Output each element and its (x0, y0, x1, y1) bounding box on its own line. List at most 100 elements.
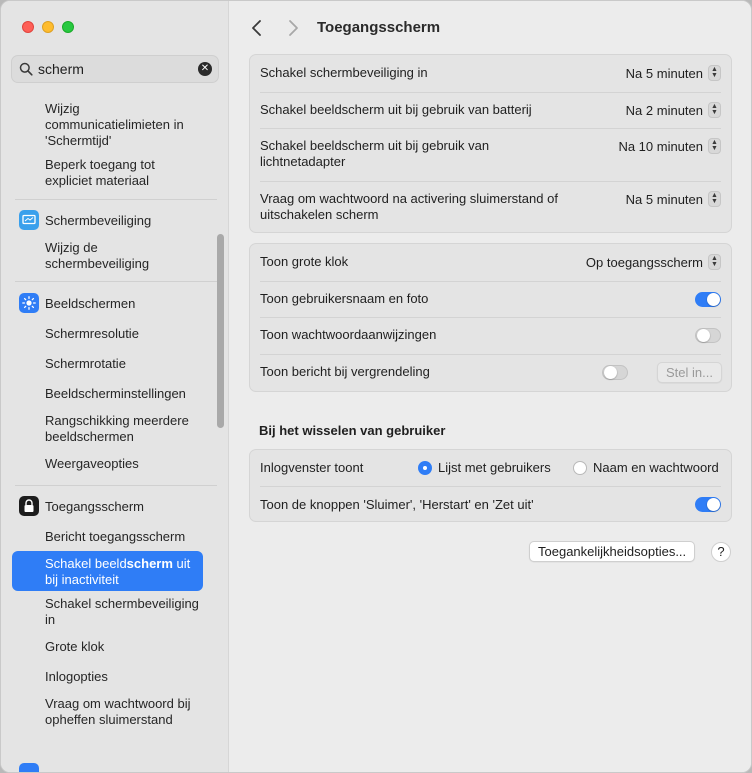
sidebar-item-schermbeveiliging[interactable]: Schermbeveiliging (19, 210, 151, 230)
row-grote-klok: Toon grote klok Op toegangsscherm ▲ ▼ (250, 244, 731, 281)
radio-user-list[interactable]: Lijst met gebruikers (418, 460, 551, 475)
sidebar-item-toegangsscherm[interactable]: Toegangsscherm (19, 496, 144, 516)
sidebar-item-expliciet-materiaal[interactable]: Beperk toegang tot expliciet materiaal (45, 157, 205, 189)
chevron-updown-icon: ▲ ▼ (708, 138, 721, 154)
sidebar: ✕ Wijzig communicatielimieten in 'Scherm… (1, 1, 229, 772)
sidebar-item-schakel-schermbeveiliging-in[interactable]: Schakel schermbeveiliging in (45, 596, 205, 628)
large-clock-popup[interactable]: Op toegangsscherm ▲ ▼ (586, 254, 721, 270)
row-label: Schakel beeldscherm uit bij gebruik van … (260, 138, 490, 169)
popup-value: Na 2 minuten (625, 102, 703, 118)
sidebar-item-inlogopties[interactable]: Inlogopties (45, 669, 205, 685)
chevron-updown-icon: ▲ ▼ (708, 65, 721, 81)
set-message-button[interactable]: Stel in... (657, 362, 722, 383)
row-label: Vraag om wachtwoord na activering sluime… (260, 191, 558, 222)
row-batterij: Schakel beeldscherm uit bij gebruik van … (250, 92, 731, 128)
row-label: Toon de knoppen 'Sluimer', 'Herstart' en… (260, 497, 534, 512)
radio-name-password[interactable]: Naam en wachtwoord (573, 460, 719, 475)
chevron-updown-icon: ▲ ▼ (708, 102, 721, 118)
screensaver-icon (19, 210, 39, 230)
row-label: Schakel beeldscherm uit bij gebruik van … (260, 102, 532, 117)
row-schermbeveiliging: Schakel schermbeveiliging in Na 5 minute… (250, 55, 731, 92)
popup-value: Na 5 minuten (625, 65, 703, 81)
radio-dot (573, 460, 587, 475)
sidebar-item-beeldscherminstellingen[interactable]: Beeldscherminstellingen (45, 386, 205, 402)
row-label: Schakel schermbeveiliging in (260, 65, 428, 80)
sidebar-item-schermrotatie[interactable]: Schermrotatie (45, 356, 205, 372)
row-bericht: Toon bericht bij vergrendeling Stel in..… (250, 354, 731, 392)
sidebar-item-label: Beeldschermen (45, 295, 136, 311)
show-username-toggle[interactable] (695, 292, 721, 307)
sidebar-item-label: Toegangsscherm (45, 498, 144, 514)
show-power-buttons-toggle[interactable] (695, 497, 721, 512)
settings-window: ✕ Wijzig communicatielimieten in 'Scherm… (0, 0, 752, 773)
minimize-window-button[interactable] (42, 21, 54, 33)
radio-label: Naam en wachtwoord (593, 460, 719, 475)
row-label: Toon wachtwoordaanwijzingen (260, 327, 437, 342)
accessibility-options-button[interactable]: Toegankelijkheidsopties... (529, 541, 696, 562)
sidebar-item-cutoff[interactable] (19, 763, 39, 772)
row-wachtwoordaanwijzingen: Toon wachtwoordaanwijzingen (250, 317, 731, 354)
sidebar-divider (15, 199, 217, 200)
toggle-knob (707, 293, 720, 306)
popup-value: Op toegangsscherm (585, 254, 703, 270)
sidebar-item-label: Schermbeveiliging (45, 212, 152, 228)
search-input[interactable] (38, 60, 198, 78)
password-hints-toggle[interactable] (695, 328, 721, 343)
zoom-window-button[interactable] (62, 21, 74, 33)
timing-settings-group: Schakel schermbeveiliging in Na 5 minute… (249, 54, 732, 233)
sidebar-item-label-prefix: Schakel beeld (45, 556, 127, 571)
main-content: Toegangsscherm Schakel schermbeveiliging… (230, 1, 751, 772)
forward-button[interactable] (283, 18, 303, 38)
sidebar-item-vraag-om-wachtwoord[interactable]: Vraag om wachtwoord bij opheffen sluimer… (45, 696, 205, 728)
toggle-knob (604, 366, 617, 379)
close-window-button[interactable] (22, 21, 34, 33)
sidebar-divider (15, 281, 217, 282)
chevron-updown-icon: ▲ ▼ (708, 254, 721, 270)
window-controls (22, 21, 74, 33)
row-inlogvenster: Inlogvenster toont Lijst met gebruikers … (250, 450, 731, 486)
row-wachtwoord: Vraag om wachtwoord na activering sluime… (250, 181, 731, 234)
user-switch-group: Inlogvenster toont Lijst met gebruikers … (249, 449, 732, 522)
battery-display-off-popup[interactable]: Na 2 minuten ▲ ▼ (626, 102, 721, 118)
row-gebruikersnaam: Toon gebruikersnaam en foto (250, 281, 731, 317)
sidebar-item-schakel-beeldscherm-uit[interactable]: Schakel beeldscherm uit bij inactiviteit (45, 556, 205, 588)
lock-icon (19, 496, 39, 516)
sidebar-item-communicatielimieten[interactable]: Wijzig communicatielimieten in 'Schermti… (45, 101, 205, 149)
clear-icon[interactable]: ✕ (198, 62, 212, 76)
back-button[interactable] (247, 18, 267, 38)
sidebar-item-grote-klok[interactable]: Grote klok (45, 639, 205, 655)
popup-value: Na 5 minuten (625, 191, 703, 207)
sidebar-scrollbar[interactable] (217, 234, 224, 428)
sidebar-divider (15, 485, 217, 486)
section-title-gebruikerswissel: Bij het wisselen van gebruiker (259, 423, 446, 438)
sidebar-item-beeldschermen[interactable]: Beeldschermen (19, 293, 135, 313)
sidebar-item-bericht-toegangsscherm[interactable]: Bericht toegangsscherm (45, 529, 205, 545)
radio-label: Lijst met gebruikers (438, 460, 551, 475)
sidebar-item-weergaveopties[interactable]: Weergaveopties (45, 456, 205, 472)
sidebar-item-wijzig-schermbeveiliging[interactable]: Wijzig de schermbeveiliging (45, 240, 205, 272)
require-password-popup[interactable]: Na 5 minuten ▲ ▼ (626, 191, 721, 207)
chevron-updown-icon: ▲ ▼ (708, 191, 721, 207)
search-match-highlight: scherm (126, 556, 173, 571)
row-label: Inlogvenster toont (260, 460, 364, 475)
search-icon (19, 62, 33, 76)
help-button[interactable]: ? (711, 542, 731, 562)
row-label: Toon grote klok (260, 254, 349, 269)
page-title: Toegangsscherm (317, 19, 441, 36)
search-field[interactable]: ✕ (11, 55, 219, 83)
screensaver-delay-popup[interactable]: Na 5 minuten ▲ ▼ (626, 65, 721, 81)
row-label: Toon bericht bij vergrendeling (260, 364, 430, 379)
adapter-display-off-popup[interactable]: Na 10 minuten ▲ ▼ (618, 138, 721, 154)
row-lichtnetadapter: Schakel beeldscherm uit bij gebruik van … (250, 128, 731, 181)
accessibility-icon (19, 763, 39, 772)
popup-value: Na 10 minuten (618, 138, 703, 154)
sidebar-item-schermresolutie[interactable]: Schermresolutie (45, 326, 205, 342)
lock-message-toggle[interactable] (602, 365, 628, 380)
toggle-knob (707, 498, 720, 511)
displays-icon (19, 293, 39, 313)
radio-dot (418, 460, 432, 475)
lock-screen-display-group: Toon grote klok Op toegangsscherm ▲ ▼ Too… (249, 243, 732, 392)
sidebar-item-rangschikking[interactable]: Rangschikking meerdere beeldschermen (45, 413, 205, 445)
row-knoppen: Toon de knoppen 'Sluimer', 'Herstart' en… (250, 486, 731, 522)
toggle-knob (697, 329, 710, 342)
